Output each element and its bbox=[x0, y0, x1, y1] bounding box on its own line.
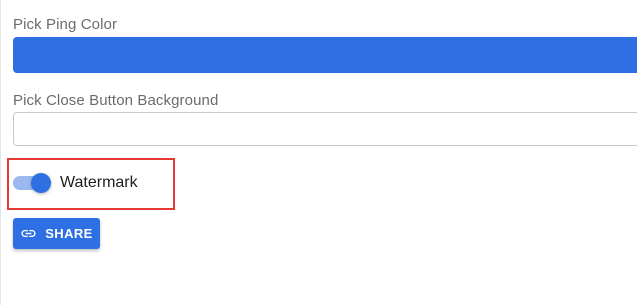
close-button-background-label: Pick Close Button Background bbox=[13, 92, 219, 109]
settings-panel: Pick Ping Color Pick Close Button Backgr… bbox=[0, 0, 637, 305]
ping-color-picker[interactable] bbox=[13, 37, 637, 73]
watermark-label[interactable]: Watermark bbox=[60, 174, 138, 192]
share-button[interactable]: SHARE bbox=[13, 218, 100, 249]
close-button-background-input[interactable] bbox=[13, 112, 637, 146]
watermark-toggle[interactable] bbox=[13, 173, 51, 193]
link-icon bbox=[20, 225, 37, 242]
ping-color-label: Pick Ping Color bbox=[13, 16, 118, 33]
toggle-thumb[interactable] bbox=[31, 173, 51, 193]
panel-divider bbox=[0, 0, 1, 305]
share-button-label: SHARE bbox=[45, 226, 93, 241]
